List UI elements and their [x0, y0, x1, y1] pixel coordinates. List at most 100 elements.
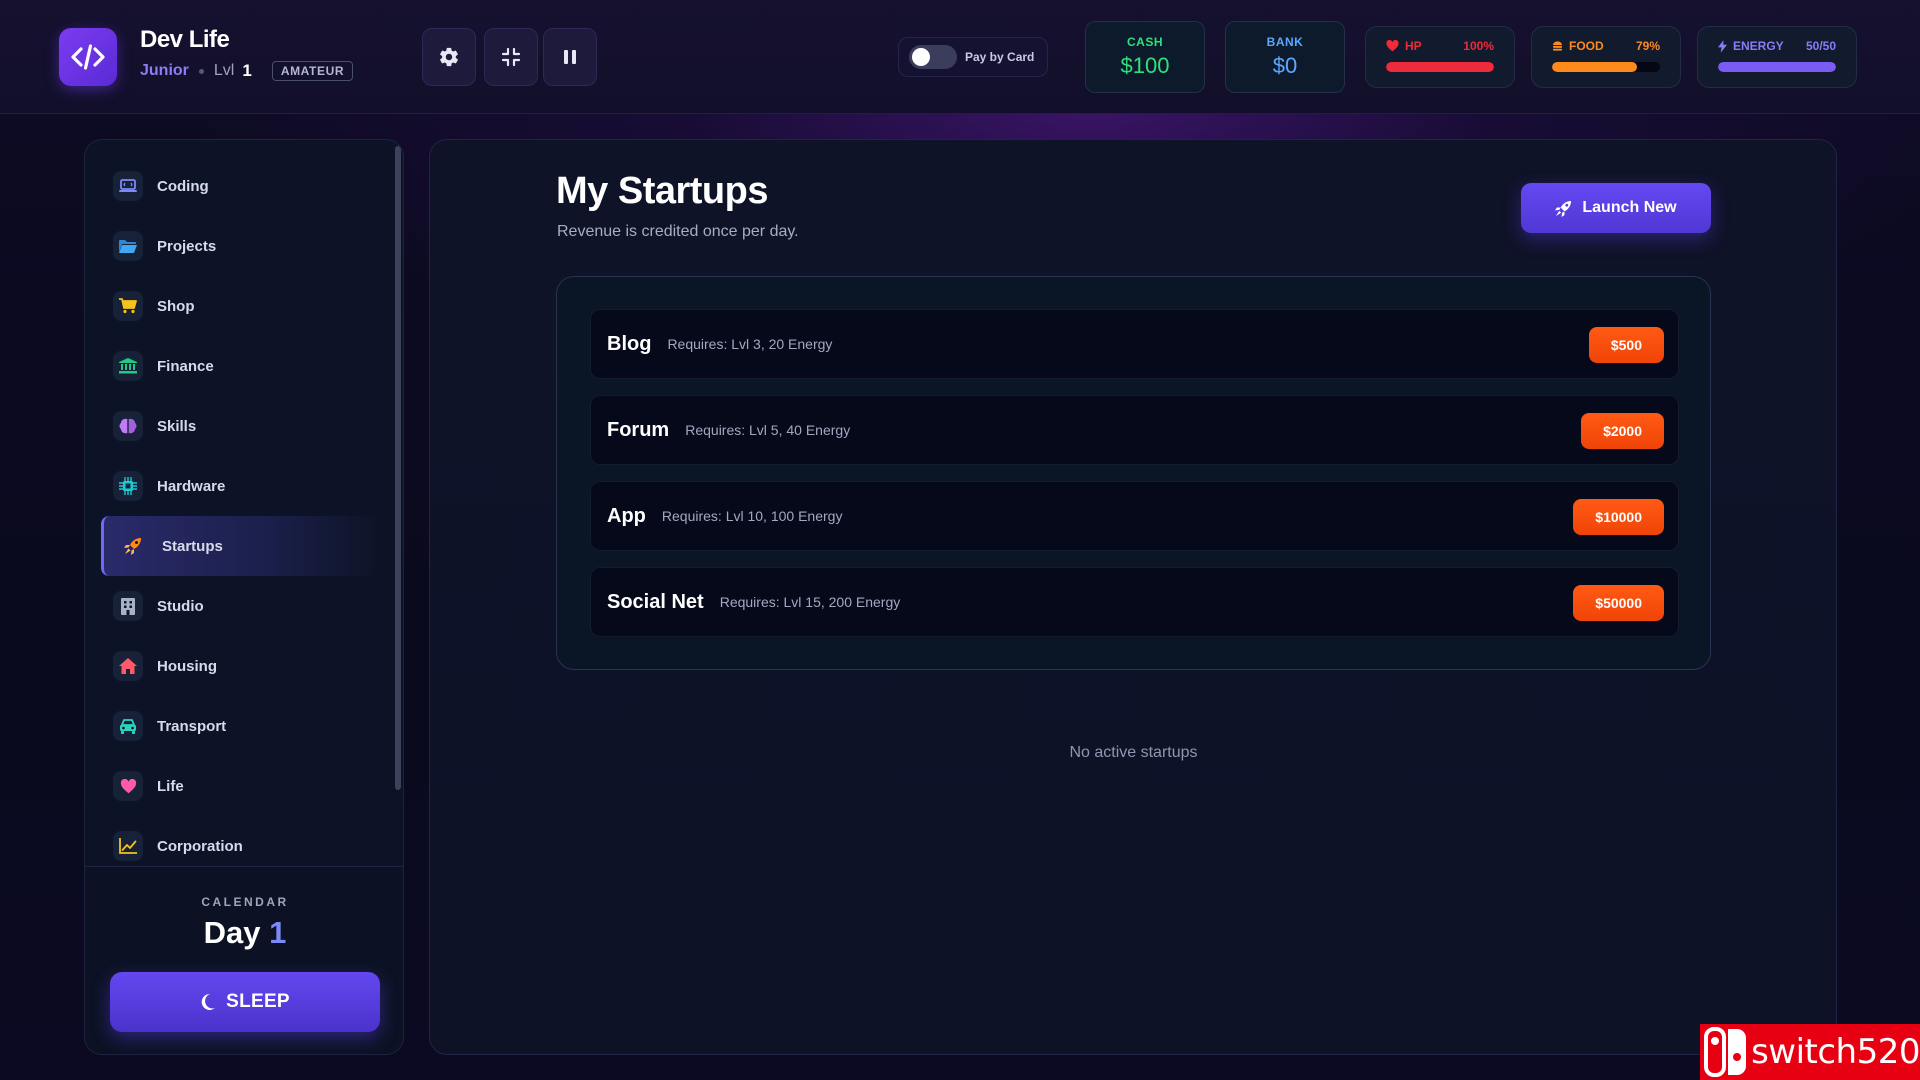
bank-value: $0 — [1272, 53, 1298, 78]
laptop-icon — [113, 171, 143, 201]
settings-button[interactable] — [422, 28, 476, 86]
sidebar-item-label: Skills — [157, 417, 197, 435]
energy-bar-fill — [1718, 62, 1836, 72]
buy-startup-button[interactable]: $2000 — [1581, 413, 1664, 449]
page-title: My Startups — [556, 170, 768, 212]
cash-label: CASH — [1126, 35, 1163, 49]
launch-new-button[interactable]: Launch New — [1521, 183, 1711, 233]
sidebar-item-label: Corporation — [157, 837, 243, 855]
buy-startup-button[interactable]: $500 — [1588, 327, 1664, 363]
brain-icon — [113, 411, 143, 441]
energy-value: 50/50 — [1805, 39, 1836, 53]
folder-icon — [113, 231, 143, 261]
player-rank: Junior — [140, 62, 189, 79]
sidebar-item-studio[interactable]: Studio — [85, 576, 395, 636]
energy-bar — [1718, 62, 1836, 72]
heart-icon — [113, 771, 143, 801]
food-bar-fill — [1552, 62, 1638, 72]
startup-option-blog: Blog Requires: Lvl 3, 20 Energy $500 — [590, 309, 1679, 379]
hp-label: HP — [1405, 39, 1422, 53]
sidebar-item-finance[interactable]: Finance — [85, 336, 395, 396]
sidebar-item-label: Finance — [157, 357, 214, 375]
hp-value: 100% — [1463, 39, 1494, 53]
calendar-panel: CALENDAR Day 1 SLEEP — [85, 866, 403, 1054]
chart-icon — [113, 831, 143, 861]
moon-icon — [201, 993, 216, 1010]
sidebar-item-hardware[interactable]: Hardware — [85, 456, 395, 516]
watermark-text: switch520 — [1751, 1032, 1920, 1072]
buy-startup-button[interactable]: $10000 — [1573, 499, 1664, 535]
food-bar — [1552, 62, 1660, 72]
hp-stat: HP 100% — [1365, 26, 1515, 88]
sidebar-item-label: Studio — [157, 597, 204, 615]
sidebar-item-label: Life — [157, 777, 184, 795]
app-logo — [59, 28, 117, 86]
launch-new-label: Launch New — [1582, 199, 1677, 216]
sidebar-item-label: Housing — [157, 657, 217, 675]
hp-bar — [1386, 62, 1494, 72]
cash-value: $100 — [1120, 53, 1170, 78]
startup-name: Forum — [607, 418, 670, 441]
calendar-label: CALENDAR — [201, 895, 289, 909]
toggle-switch[interactable] — [909, 45, 957, 69]
house-icon — [113, 651, 143, 681]
sidebar-item-label: Startups — [162, 537, 223, 555]
sidebar-item-label: Projects — [157, 237, 217, 255]
startup-option-social-net: Social Net Requires: Lvl 15, 200 Energy … — [590, 567, 1679, 637]
heart-icon — [1386, 40, 1399, 52]
cart-icon — [113, 291, 143, 321]
startup-requirements: Requires: Lvl 10, 100 Energy — [661, 508, 843, 524]
startup-name: Social Net — [607, 590, 704, 613]
sidebar-item-transport[interactable]: Transport — [85, 696, 395, 756]
pause-button[interactable] — [543, 28, 597, 86]
sidebar-item-projects[interactable]: Projects — [85, 216, 395, 276]
level-label: Lvl — [213, 62, 235, 79]
sleep-button[interactable]: SLEEP — [110, 972, 380, 1032]
collapse-button[interactable] — [484, 28, 538, 86]
sidebar-item-label: Shop — [157, 297, 195, 315]
empty-state-text: No active startups — [1069, 744, 1198, 761]
startup-option-app: App Requires: Lvl 10, 100 Energy $10000 — [590, 481, 1679, 551]
sidebar-scrollbar[interactable] — [395, 146, 401, 790]
switch-logo-icon — [1700, 1024, 1751, 1080]
separator-dot — [198, 68, 204, 74]
energy-stat: ENERGY 50/50 — [1697, 26, 1857, 88]
day-counter: Day 1 — [85, 915, 403, 951]
day-word: Day — [203, 915, 261, 950]
buy-startup-button[interactable]: $50000 — [1573, 585, 1664, 621]
code-icon — [71, 44, 105, 70]
sidebar-item-label: Transport — [157, 717, 227, 735]
sidebar-item-coding[interactable]: Coding — [85, 156, 395, 216]
sleep-label: SLEEP — [226, 991, 290, 1012]
page-subtitle: Revenue is credited once per day. — [557, 223, 799, 240]
level-value: 1 — [242, 61, 252, 80]
rocket-icon — [118, 531, 148, 561]
rocket-icon — [1555, 200, 1572, 217]
app-title: Dev Life — [140, 26, 230, 53]
sidebar: Coding Projects Shop Finance Skills Hard… — [84, 139, 404, 1055]
gear-icon — [440, 47, 458, 67]
sidebar-item-housing[interactable]: Housing — [85, 636, 395, 696]
bank-icon — [113, 351, 143, 381]
startup-name: Blog — [607, 332, 652, 355]
sidebar-item-label: Coding — [157, 177, 209, 195]
hp-bar-fill — [1386, 62, 1494, 72]
startups-panel: My Startups Revenue is credited once per… — [429, 139, 1837, 1055]
startup-requirements: Requires: Lvl 5, 40 Energy — [685, 422, 851, 438]
toggle-label: Pay by Card — [965, 50, 1035, 64]
chip-icon — [113, 471, 143, 501]
energy-label: ENERGY — [1733, 39, 1784, 53]
pay-by-card-toggle[interactable]: Pay by Card — [898, 37, 1048, 77]
toggle-knob — [912, 48, 930, 66]
bank-label: BANK — [1266, 35, 1304, 49]
food-value: 79% — [1635, 39, 1660, 53]
sidebar-item-label: Hardware — [157, 477, 226, 495]
sidebar-item-skills[interactable]: Skills — [85, 396, 395, 456]
watermark: switch520 — [1700, 1024, 1920, 1080]
building-icon — [113, 591, 143, 621]
sidebar-item-life[interactable]: Life — [85, 756, 395, 816]
bank-display: BANK $0 — [1225, 21, 1345, 93]
sidebar-item-shop[interactable]: Shop — [85, 276, 395, 336]
startup-requirements: Requires: Lvl 3, 20 Energy — [667, 336, 833, 352]
sidebar-item-startups[interactable]: Startups — [101, 516, 381, 576]
